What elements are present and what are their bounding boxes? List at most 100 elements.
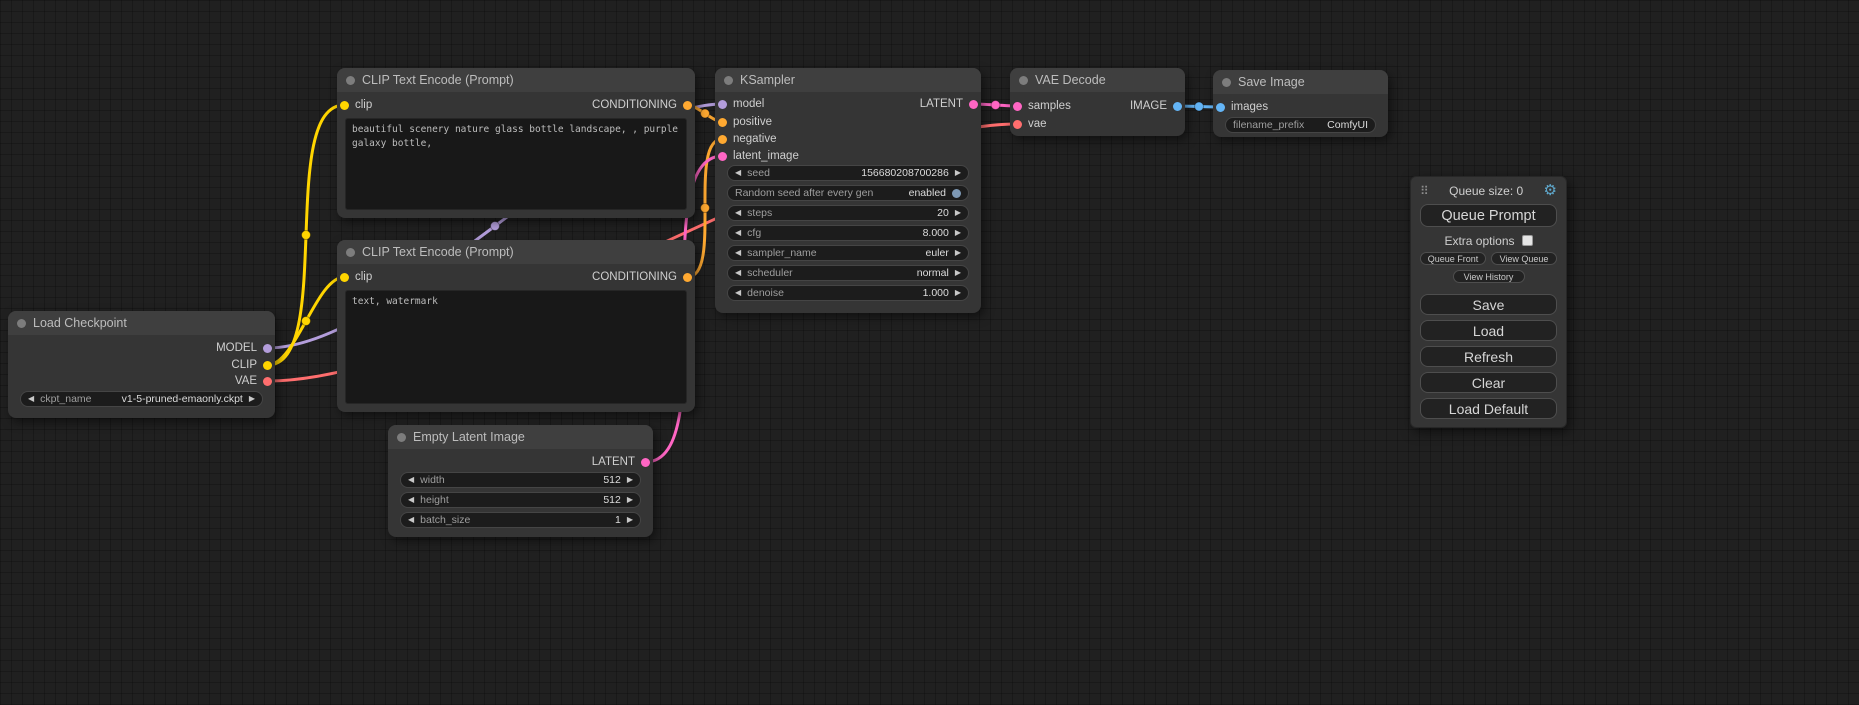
node-title-bar[interactable]: VAE Decode	[1010, 68, 1185, 92]
node-title-bar[interactable]: Load Checkpoint	[8, 311, 275, 335]
output-slot-latent[interactable]: LATENT	[920, 97, 978, 111]
node-vae-decode[interactable]: VAE Decode samples vae IMAGE	[1010, 68, 1185, 136]
output-dot-conditioning[interactable]	[683, 101, 692, 110]
decrement-arrow-icon[interactable]: ◀	[408, 493, 414, 507]
queue-prompt-button[interactable]: Queue Prompt	[1420, 204, 1557, 227]
toggle-indicator[interactable]	[952, 189, 961, 198]
collapse-dot[interactable]	[397, 433, 406, 442]
collapse-dot[interactable]	[346, 76, 355, 85]
save-button[interactable]: Save	[1420, 294, 1557, 315]
node-empty-latent-image[interactable]: Empty Latent Image LATENT ◀ width 512 ▶ …	[388, 425, 653, 537]
output-slot-vae[interactable]: VAE	[235, 374, 272, 388]
increment-arrow-icon[interactable]: ▶	[627, 513, 633, 527]
input-slot-negative[interactable]: negative	[718, 132, 776, 146]
decrement-arrow-icon[interactable]: ◀	[735, 286, 741, 300]
increment-arrow-icon[interactable]: ▶	[627, 473, 633, 487]
decrement-arrow-icon[interactable]: ◀	[735, 246, 741, 260]
output-dot-clip[interactable]	[263, 361, 272, 370]
output-slot-latent[interactable]: LATENT	[592, 455, 650, 469]
view-queue-button[interactable]: View Queue	[1491, 252, 1557, 265]
queue-front-button[interactable]: Queue Front	[1420, 252, 1486, 265]
load-default-button[interactable]: Load Default	[1420, 398, 1557, 419]
collapse-dot[interactable]	[1019, 76, 1028, 85]
node-title-bar[interactable]: Save Image	[1213, 70, 1388, 94]
node-title-bar[interactable]: CLIP Text Encode (Prompt)	[337, 240, 695, 264]
input-dot-vae[interactable]	[1013, 120, 1022, 129]
decrement-arrow-icon[interactable]: ◀	[735, 266, 741, 280]
widget-scheduler[interactable]: ◀ scheduler normal ▶	[727, 265, 969, 281]
collapse-dot[interactable]	[346, 248, 355, 257]
extra-options-checkbox[interactable]	[1522, 235, 1533, 246]
node-title-bar[interactable]: KSampler	[715, 68, 981, 92]
node-title-bar[interactable]: Empty Latent Image	[388, 425, 653, 449]
input-slot-samples[interactable]: samples	[1013, 99, 1071, 113]
node-save-image[interactable]: Save Image images filename_prefix ComfyU…	[1213, 70, 1388, 137]
increment-arrow-icon[interactable]: ▶	[955, 166, 961, 180]
widget-ckpt-name[interactable]: ◀ ckpt_name v1-5-pruned-emaonly.ckpt ▶	[20, 391, 263, 407]
settings-gear-icon[interactable]: ⚙	[1544, 184, 1557, 198]
widget-sampler-name[interactable]: ◀ sampler_name euler ▶	[727, 245, 969, 261]
input-dot-clip[interactable]	[340, 101, 349, 110]
increment-arrow-icon[interactable]: ▶	[955, 226, 961, 240]
input-dot-negative[interactable]	[718, 135, 727, 144]
node-ksampler[interactable]: KSampler model positive negative latent_…	[715, 68, 981, 313]
increment-arrow-icon[interactable]: ▶	[955, 286, 961, 300]
input-dot-model[interactable]	[718, 100, 727, 109]
decrement-arrow-icon[interactable]: ◀	[408, 473, 414, 487]
collapse-dot[interactable]	[17, 319, 26, 328]
decrement-arrow-icon[interactable]: ◀	[735, 226, 741, 240]
input-dot-clip[interactable]	[340, 273, 349, 282]
input-dot-latent-image[interactable]	[718, 152, 727, 161]
output-slot-image[interactable]: IMAGE	[1130, 99, 1182, 113]
input-slot-model[interactable]: model	[718, 97, 764, 111]
input-slot-clip[interactable]: clip	[340, 98, 372, 112]
view-history-button[interactable]: View History	[1453, 270, 1525, 283]
widget-filename-prefix[interactable]: filename_prefix ComfyUI	[1225, 117, 1376, 133]
widget-steps[interactable]: ◀ steps 20 ▶	[727, 205, 969, 221]
widget-seed[interactable]: ◀ seed 156680208700286 ▶	[727, 165, 969, 181]
input-dot-samples[interactable]	[1013, 102, 1022, 111]
graph-canvas[interactable]: Load Checkpoint MODEL CLIP VAE ◀ ckpt_na…	[0, 0, 1859, 705]
widget-cfg[interactable]: ◀ cfg 8.000 ▶	[727, 225, 969, 241]
increment-arrow-icon[interactable]: ▶	[249, 392, 255, 406]
output-slot-model[interactable]: MODEL	[216, 341, 272, 355]
output-slot-clip[interactable]: CLIP	[231, 358, 272, 372]
collapse-dot[interactable]	[724, 76, 733, 85]
input-slot-images[interactable]: images	[1216, 100, 1268, 114]
node-clip-text-encode-positive[interactable]: CLIP Text Encode (Prompt) clip CONDITION…	[337, 68, 695, 218]
negative-prompt-textarea[interactable]: text, watermark	[345, 290, 687, 404]
increment-arrow-icon[interactable]: ▶	[955, 246, 961, 260]
input-slot-positive[interactable]: positive	[718, 115, 772, 129]
output-slot-conditioning[interactable]: CONDITIONING	[592, 98, 692, 112]
output-dot-vae[interactable]	[263, 377, 272, 386]
increment-arrow-icon[interactable]: ▶	[955, 206, 961, 220]
decrement-arrow-icon[interactable]: ◀	[28, 392, 34, 406]
widget-random-seed[interactable]: Random seed after every gen enabled	[727, 185, 969, 201]
input-dot-images[interactable]	[1216, 103, 1225, 112]
clear-button[interactable]: Clear	[1420, 372, 1557, 393]
node-clip-text-encode-negative[interactable]: CLIP Text Encode (Prompt) clip CONDITION…	[337, 240, 695, 412]
widget-width[interactable]: ◀ width 512 ▶	[400, 472, 641, 488]
increment-arrow-icon[interactable]: ▶	[627, 493, 633, 507]
output-dot-model[interactable]	[263, 344, 272, 353]
input-dot-positive[interactable]	[718, 118, 727, 127]
widget-height[interactable]: ◀ height 512 ▶	[400, 492, 641, 508]
node-load-checkpoint[interactable]: Load Checkpoint MODEL CLIP VAE ◀ ckpt_na…	[8, 311, 275, 418]
widget-batch-size[interactable]: ◀ batch_size 1 ▶	[400, 512, 641, 528]
drag-handle-icon[interactable]: ⠿	[1420, 184, 1429, 198]
decrement-arrow-icon[interactable]: ◀	[735, 166, 741, 180]
collapse-dot[interactable]	[1222, 78, 1231, 87]
output-dot-latent[interactable]	[969, 100, 978, 109]
load-button[interactable]: Load	[1420, 320, 1557, 341]
increment-arrow-icon[interactable]: ▶	[955, 266, 961, 280]
input-slot-vae[interactable]: vae	[1013, 117, 1047, 131]
decrement-arrow-icon[interactable]: ◀	[735, 206, 741, 220]
refresh-button[interactable]: Refresh	[1420, 346, 1557, 367]
input-slot-latent-image[interactable]: latent_image	[718, 149, 799, 163]
output-dot-image[interactable]	[1173, 102, 1182, 111]
widget-denoise[interactable]: ◀ denoise 1.000 ▶	[727, 285, 969, 301]
decrement-arrow-icon[interactable]: ◀	[408, 513, 414, 527]
positive-prompt-textarea[interactable]: beautiful scenery nature glass bottle la…	[345, 118, 687, 210]
node-title-bar[interactable]: CLIP Text Encode (Prompt)	[337, 68, 695, 92]
output-slot-conditioning[interactable]: CONDITIONING	[592, 270, 692, 284]
